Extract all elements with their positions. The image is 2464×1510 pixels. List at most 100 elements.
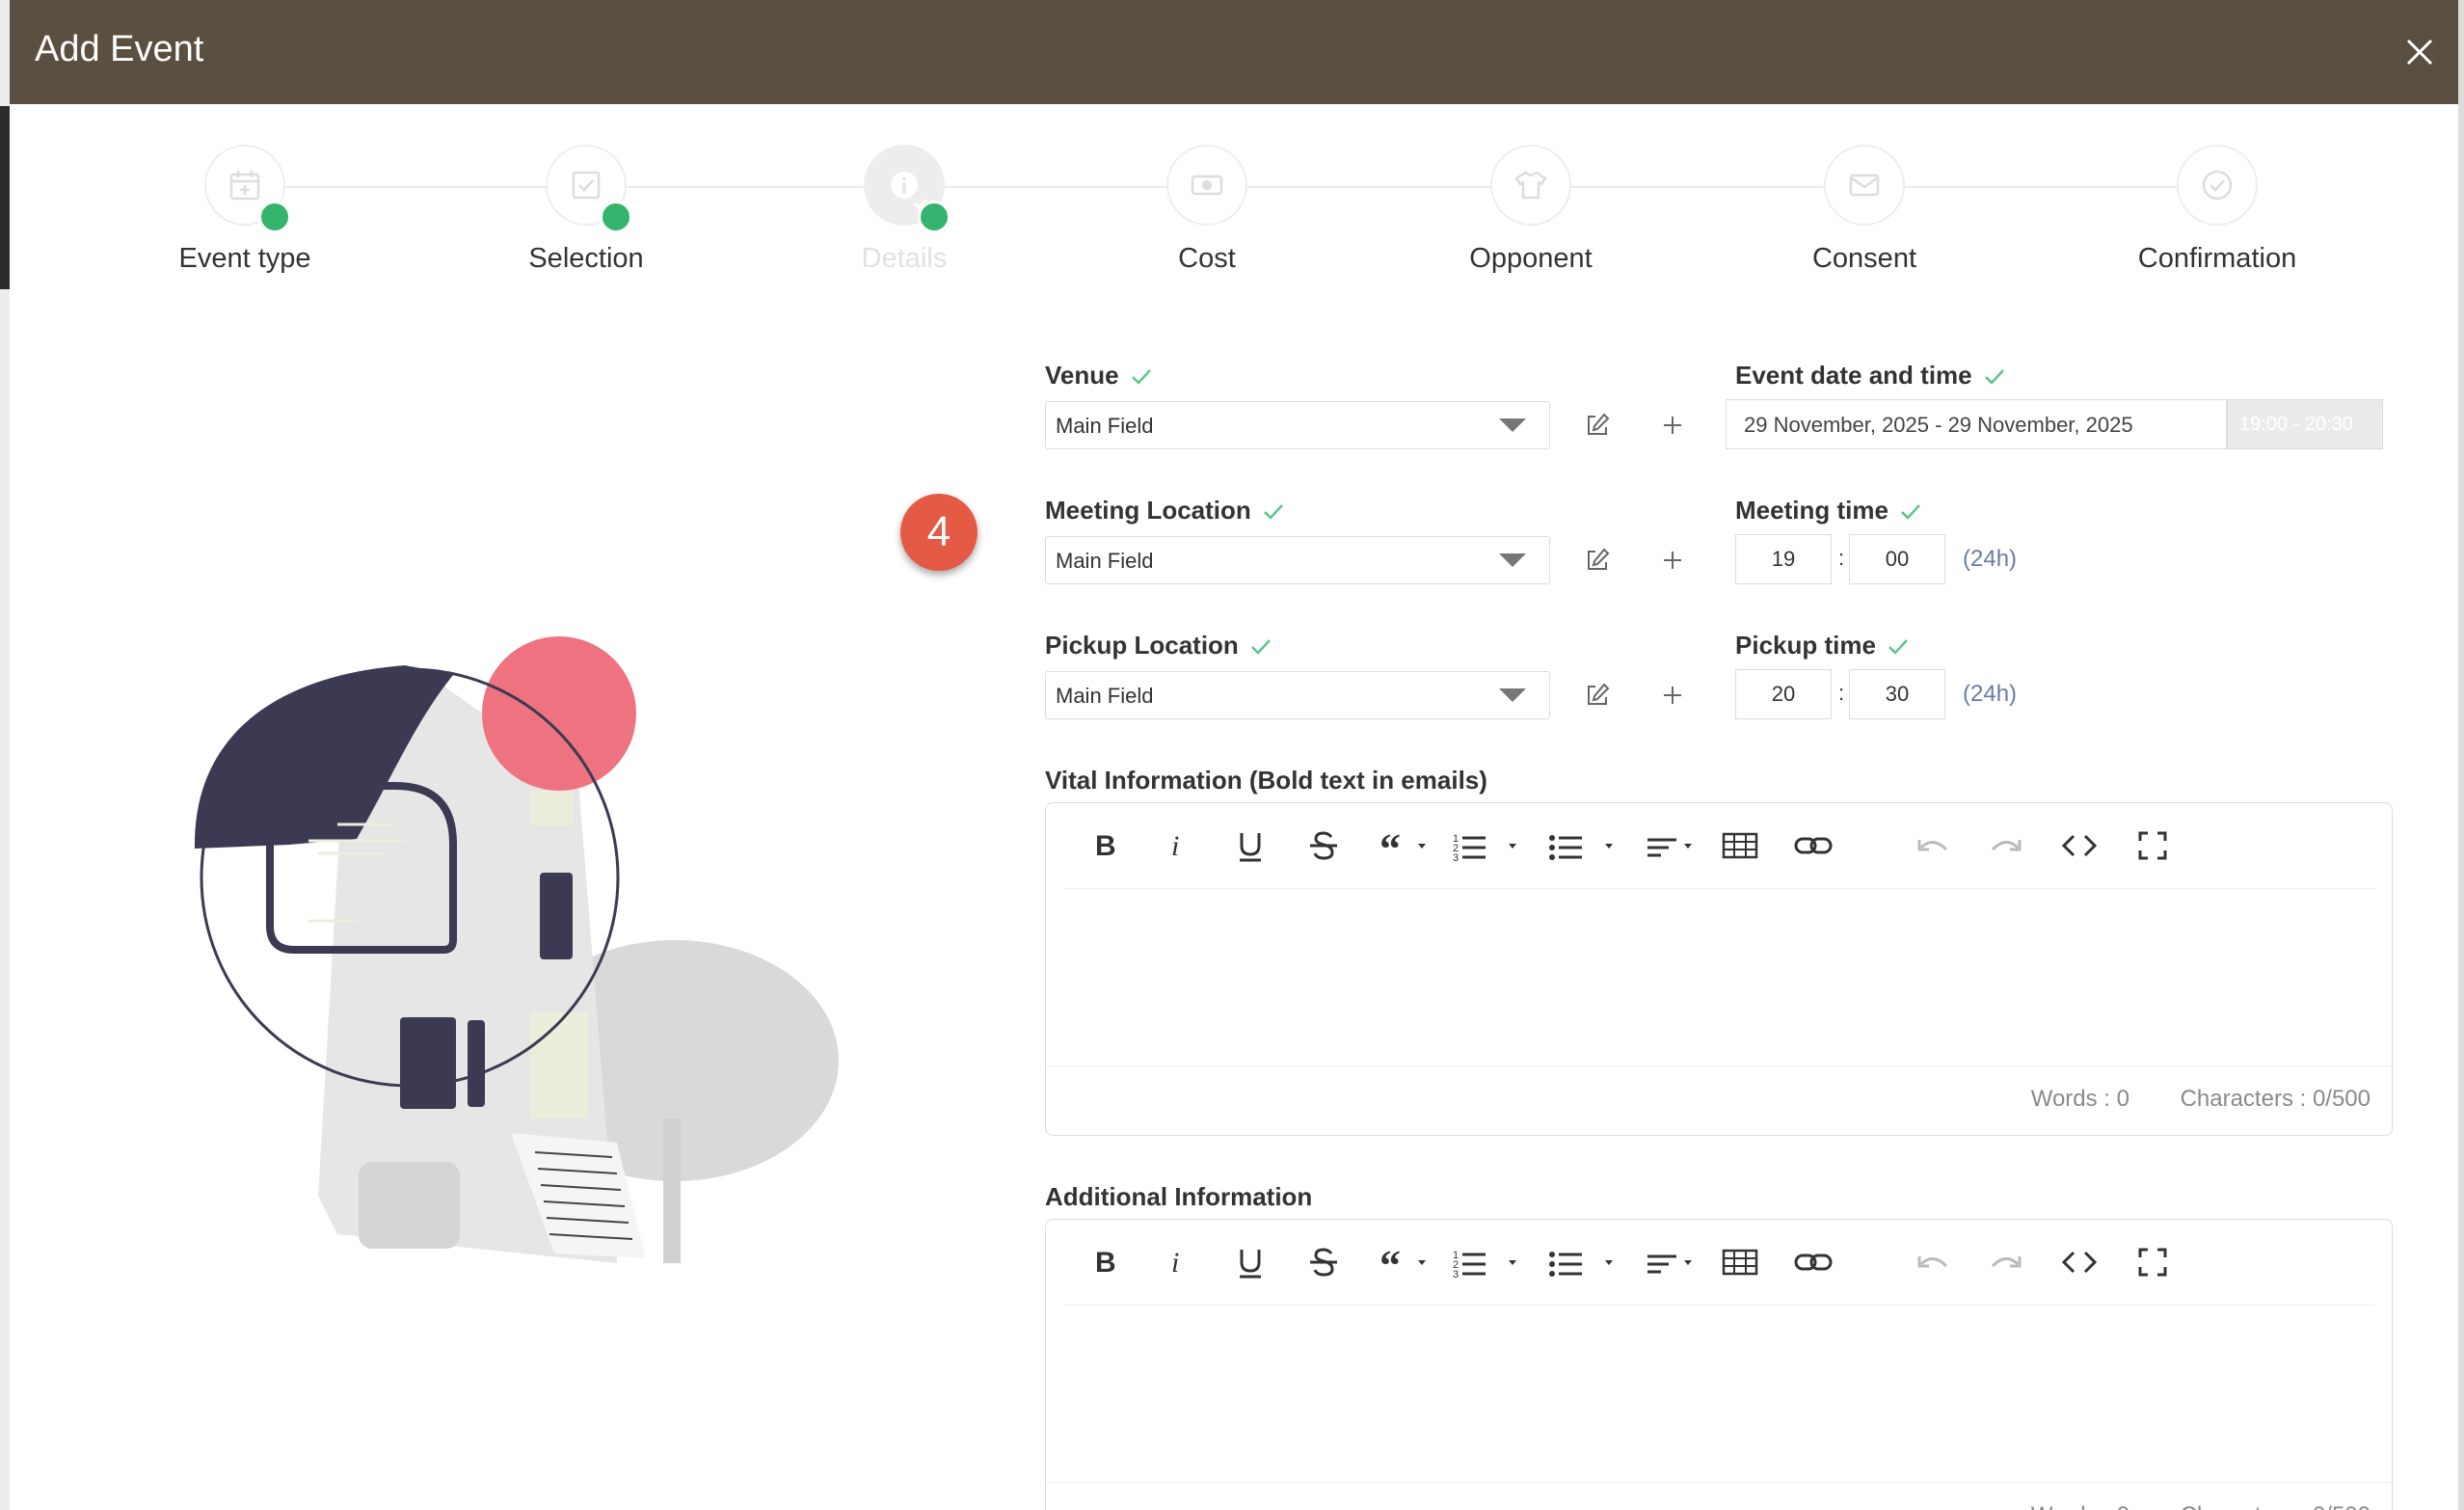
link-button[interactable] [1794,826,1833,865]
align-button[interactable] [1646,1243,1703,1281]
undo-button[interactable] [1914,1243,1952,1281]
plus-icon [1664,552,1681,569]
step-done-icon [595,199,632,233]
undo-icon [1917,840,1948,851]
italic-button[interactable]: i [1158,826,1196,865]
add-pickup-location-button[interactable] [1658,681,1687,710]
pickup-hour-input[interactable]: 20 [1735,669,1832,719]
step-label: Event type [178,243,311,274]
check-icon [1250,639,1271,655]
meeting-location-select[interactable]: Main Field [1045,536,1550,584]
blockquote-button[interactable]: “ [1378,1242,1435,1289]
redo-button[interactable] [1987,1243,2025,1281]
fullscreen-icon [2138,831,2167,860]
strikethrough-icon [1310,831,1337,860]
undo-button[interactable] [1914,826,1952,865]
chevron-down-icon [1499,688,1526,702]
ordered-list-icon: 123 [1453,1250,1516,1281]
redo-button[interactable] [1987,826,2025,865]
step-label: Confirmation [2137,243,2297,274]
additional-info-text-area[interactable] [1046,1307,2392,1480]
modal-header: Add Event [10,0,2458,104]
meeting-location-label: Meeting Location [1045,496,1286,526]
link-icon [1794,1254,1833,1271]
blockquote-button[interactable]: “ [1378,825,1435,873]
ordered-list-button[interactable]: 123 [1451,1243,1528,1281]
close-button[interactable] [2397,29,2443,75]
meeting-minute-input[interactable]: 00 [1849,534,1945,584]
step-label: Consent [1811,243,1916,274]
link-button[interactable] [1794,1243,1833,1281]
bullet-list-icon [1549,835,1613,860]
svg-text:“: “ [1379,1243,1401,1281]
align-left-icon [1647,838,1692,857]
venue-label: Venue [1045,361,1154,391]
edit-pickup-location-button[interactable] [1583,681,1612,710]
step-event-type[interactable]: Event type [100,145,389,275]
meeting-time-label: Meeting time [1735,496,1923,526]
ordered-list-button[interactable]: 123 [1451,826,1528,865]
underline-button[interactable] [1231,1243,1270,1281]
character-count: Characters : 0/500 [2180,1086,2370,1112]
event-date-input[interactable]: 29 November, 2025 - 29 November, 2025 [1726,399,2227,449]
vital-info-text-area[interactable] [1046,890,2392,1064]
align-button[interactable] [1646,826,1703,865]
table-button[interactable] [1721,826,1759,865]
pickup-location-select[interactable]: Main Field [1045,671,1550,719]
step-label: Details [861,243,948,274]
strikethrough-button[interactable] [1304,826,1343,865]
italic-button[interactable]: i [1158,1243,1196,1281]
backdrop-scrollbar[interactable] [2458,0,2464,1510]
quote-icon: “ [1379,825,1426,873]
svg-text:3: 3 [1453,1269,1459,1281]
edit-icon [1588,413,1610,435]
bold-button[interactable]: B [1085,826,1123,865]
underline-icon [1240,833,1261,862]
meeting-hour-input[interactable]: 19 [1735,534,1832,584]
italic-icon: i [1171,830,1179,862]
table-button[interactable] [1721,1243,1759,1281]
pickup-time-label: Pickup time [1735,631,1911,661]
check-circle-icon [2202,170,2233,201]
bold-button[interactable]: B [1085,1243,1123,1281]
chevron-down-icon [1499,553,1526,567]
house-illustration [194,636,839,1263]
edit-icon [1588,548,1610,570]
editor-status-bar: Words : 0 Characters : 0/500 [1046,1065,2392,1134]
bullet-list-icon [1549,1252,1613,1277]
underline-button[interactable] [1231,826,1270,865]
step-selection[interactable]: Selection [442,145,731,275]
editor-toolbar: B i “ 123 [1046,803,2392,888]
add-meeting-location-button[interactable] [1658,546,1687,575]
add-venue-button[interactable] [1658,411,1687,440]
fullscreen-button[interactable] [2133,1243,2172,1281]
venue-select[interactable]: Main Field [1045,401,1550,449]
fullscreen-icon [2138,1248,2167,1277]
pickup-minute-input[interactable]: 30 [1849,669,1945,719]
unordered-list-button[interactable] [1547,1243,1624,1281]
additional-info-label: Additional Information [1045,1182,1313,1211]
strikethrough-icon [1310,1248,1337,1277]
fullscreen-button[interactable] [2133,826,2172,865]
code-view-button[interactable] [2060,826,2099,865]
step-consent[interactable]: Consent [1720,145,2009,275]
step-opponent[interactable]: Opponent [1386,145,1675,275]
edit-venue-button[interactable] [1583,411,1612,440]
strikethrough-button[interactable] [1304,1243,1343,1281]
unordered-list-button[interactable] [1547,826,1624,865]
step-details[interactable]: Details [760,145,1049,275]
step-confirmation[interactable]: Confirmation [2073,145,2362,275]
redo-icon [1991,1256,2022,1268]
table-icon [1722,1249,1758,1276]
step-cost[interactable]: Cost [1062,145,1352,275]
event-time-range[interactable]: 19:00 - 20:30 [2227,399,2383,449]
pickup-location-label: Pickup Location [1045,631,1273,661]
money-icon [1191,175,1223,196]
svg-text:i: i [1171,830,1179,862]
code-view-button[interactable] [2060,1243,2099,1281]
backdrop-shade [0,106,10,289]
modal-title: Add Event [35,29,204,69]
link-icon [1794,837,1833,854]
underline-icon [1240,1250,1261,1279]
edit-meeting-location-button[interactable] [1583,546,1612,575]
